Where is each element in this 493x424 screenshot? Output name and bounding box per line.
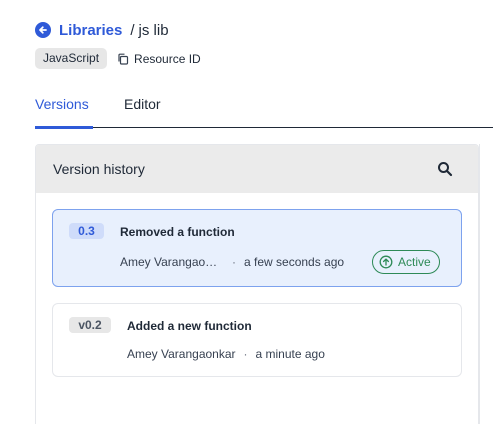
version-time: a few seconds ago (244, 255, 345, 269)
resource-id-label: Resource ID (134, 51, 201, 66)
panel-title: Version history (53, 161, 145, 177)
tab-editor[interactable]: Editor (124, 96, 161, 112)
tab-bar: Versions Editor (35, 92, 493, 129)
active-status-badge: Active (372, 250, 440, 274)
library-meta: JavaScript Resource ID (35, 48, 201, 69)
version-author: Amey Varangaonkar (127, 347, 236, 361)
breadcrumb-current: js lib (138, 21, 169, 39)
active-tab-indicator (35, 126, 93, 129)
version-meta: Amey Varangaonkar · a minute ago (127, 347, 325, 361)
meta-separator: · (243, 347, 248, 361)
version-history-panel: Version history 0.3 Removed a function A… (35, 144, 479, 424)
version-message: Added a new function (127, 319, 252, 333)
arrow-up-circle-icon (379, 255, 393, 269)
resource-id-button[interactable]: Resource ID (117, 52, 201, 66)
panel-header: Version history (36, 145, 478, 193)
version-author: Amey Varangaonkar (120, 255, 220, 269)
copy-icon (118, 53, 129, 65)
search-icon[interactable] (437, 161, 453, 177)
version-message: Removed a function (120, 225, 235, 239)
breadcrumb-separator: / (130, 21, 135, 39)
version-number-badge: v0.2 (69, 317, 111, 333)
meta-separator: · (232, 255, 236, 269)
tab-versions[interactable]: Versions (35, 96, 89, 112)
back-arrow-icon[interactable] (35, 22, 51, 38)
version-number-badge: 0.3 (69, 223, 104, 239)
language-badge: JavaScript (35, 48, 108, 69)
active-status-label: Active (398, 255, 431, 269)
version-time: a minute ago (255, 347, 325, 361)
version-card[interactable]: v0.2 Added a new function Amey Varangaon… (52, 303, 462, 377)
adjacent-panel-edge (479, 144, 493, 424)
version-meta: Amey Varangaonkar · a few seconds ago (120, 255, 344, 269)
version-card-active[interactable]: 0.3 Removed a function Amey Varangaonkar… (52, 209, 462, 287)
breadcrumb: Libraries / js lib (35, 20, 169, 40)
breadcrumb-libraries-link[interactable]: Libraries (59, 22, 122, 39)
